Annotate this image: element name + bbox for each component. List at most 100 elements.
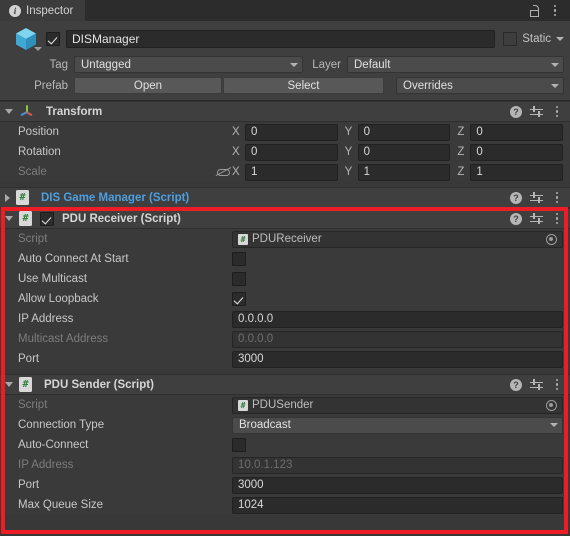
script-label: Script	[18, 233, 48, 245]
sender-port-label: Port	[18, 479, 40, 491]
object-picker-icon[interactable]	[546, 399, 557, 411]
sender-port-input[interactable]: 3000	[232, 476, 563, 494]
pdu-receiver-enabled-checkbox[interactable]	[40, 211, 54, 226]
info-icon: i	[9, 4, 21, 17]
row-connection-type: Connection Type Broadcast	[0, 415, 570, 435]
chevron-down-icon	[551, 62, 559, 67]
static-dropdown-chevron-icon[interactable]	[556, 37, 564, 41]
position-z-input[interactable]: 0	[470, 123, 564, 141]
auto-connect-checkbox[interactable]	[232, 438, 246, 452]
scale-y-cell: Y 1	[345, 163, 451, 181]
constrained-proportions-off-icon[interactable]	[215, 166, 232, 178]
axis-label-z: Z	[457, 166, 465, 178]
sender-script-label: Script	[18, 399, 48, 411]
layer-dropdown[interactable]: Default	[347, 56, 564, 73]
scale-y-input[interactable]: 1	[357, 163, 451, 181]
ip-address-input[interactable]: 0.0.0.0	[232, 310, 563, 328]
rotation-vector3: X 0 Y 0 Z 0	[232, 143, 564, 161]
position-vector3: X 0 Y 0 Z 0	[232, 123, 564, 141]
unity-inspector-window: i Inspector DISManager Static Tag Untagg…	[0, 0, 570, 536]
connection-type-dropdown[interactable]: Broadcast	[232, 416, 563, 434]
position-label: Position	[18, 126, 59, 138]
component-header-actions: ?	[510, 105, 563, 118]
row-allow-loopback: Allow Loopback	[0, 289, 570, 309]
preset-settings-icon[interactable]	[530, 106, 543, 118]
scale-z-cell: Z 1	[457, 163, 564, 181]
max-queue-size-value: 1024	[238, 499, 264, 511]
scale-vector3: X 1 Y 1 Z 1	[232, 163, 564, 181]
sender-script-object-field[interactable]: # PDUSender	[232, 396, 563, 414]
auto-connect-at-start-checkbox[interactable]	[232, 252, 246, 266]
component-header-pdu-receiver[interactable]: # PDU Receiver (Script) ?	[0, 208, 570, 229]
object-picker-icon[interactable]	[546, 233, 557, 245]
kebab-menu-icon[interactable]	[551, 192, 563, 203]
multicast-address-label: Multicast Address	[18, 333, 109, 345]
foldout-arrow-icon[interactable]	[5, 382, 13, 387]
position-x-cell: X 0	[232, 123, 338, 141]
position-x-input[interactable]: 0	[245, 123, 338, 141]
prefab-select-button[interactable]: Select	[223, 77, 384, 94]
use-multicast-checkbox[interactable]	[232, 272, 246, 286]
axis-label-x: X	[232, 126, 240, 138]
lock-open-icon[interactable]	[529, 4, 540, 17]
kebab-menu-icon[interactable]	[551, 213, 563, 224]
scale-x-value: 1	[251, 166, 258, 178]
axis-label-y: Y	[344, 146, 353, 158]
position-y-input[interactable]: 0	[357, 123, 451, 141]
chevron-down-icon[interactable]	[34, 47, 42, 51]
row-ip-address: IP Address 0.0.0.0	[0, 309, 570, 329]
tab-inspector[interactable]: i Inspector	[0, 0, 86, 21]
rotation-z-input[interactable]: 0	[470, 143, 564, 161]
kebab-menu-icon[interactable]	[551, 106, 563, 117]
kebab-menu-icon[interactable]	[551, 379, 563, 390]
component-header-dis-game-manager[interactable]: # DIS Game Manager (Script) ?	[0, 187, 570, 208]
connection-type-value: Broadcast	[239, 419, 291, 431]
transform-position-row: Position X 0 Y 0 Z 0	[0, 122, 570, 142]
foldout-arrow-icon[interactable]	[5, 216, 13, 221]
preset-settings-icon[interactable]	[530, 379, 543, 391]
scale-x-input[interactable]: 1	[245, 163, 338, 181]
inspector-tabbar: i Inspector	[0, 0, 570, 21]
foldout-arrow-icon[interactable]	[5, 109, 13, 114]
help-icon[interactable]: ?	[510, 212, 522, 225]
receiver-port-input[interactable]: 3000	[232, 350, 563, 368]
gameobject-enabled-checkbox[interactable]	[46, 32, 60, 46]
tag-dropdown[interactable]: Untagged	[74, 56, 303, 73]
pdu-receiver-body: Script # PDUReceiver Auto Connect At Sta…	[0, 229, 570, 374]
component-header-pdu-sender[interactable]: # PDU Sender (Script) ?	[0, 374, 570, 395]
rotation-y-input[interactable]: 0	[357, 143, 451, 161]
axis-label-x: X	[232, 166, 240, 178]
row-sender-script: Script # PDUSender	[0, 395, 570, 415]
preset-settings-icon[interactable]	[530, 192, 543, 204]
tab-inspector-label: Inspector	[26, 4, 74, 17]
row-max-queue-size: Max Queue Size 1024	[0, 495, 570, 515]
row-use-multicast: Use Multicast	[0, 269, 570, 289]
component-title-pdu-sender: PDU Sender (Script)	[44, 378, 154, 391]
preset-settings-icon[interactable]	[530, 213, 543, 225]
prefab-cube-icon[interactable]	[6, 26, 46, 52]
max-queue-size-input[interactable]: 1024	[232, 496, 563, 514]
axis-label-z: Z	[457, 126, 465, 138]
gameobject-name-input[interactable]: DISManager	[66, 30, 496, 48]
help-icon[interactable]: ?	[510, 378, 522, 391]
tag-value: Untagged	[81, 58, 131, 71]
prefab-overrides-dropdown[interactable]: Overrides	[396, 77, 564, 94]
rotation-x-input[interactable]: 0	[245, 143, 338, 161]
static-checkbox[interactable]	[503, 32, 518, 46]
help-icon[interactable]: ?	[510, 105, 522, 118]
component-header-transform[interactable]: Transform ?	[0, 101, 570, 122]
kebab-menu-icon[interactable]	[549, 5, 561, 16]
scale-z-input[interactable]: 1	[470, 163, 564, 181]
cs-script-icon: #	[16, 190, 29, 205]
help-icon[interactable]: ?	[510, 191, 522, 204]
script-object-field[interactable]: # PDUReceiver	[232, 230, 563, 248]
prefab-open-button[interactable]: Open	[74, 77, 222, 94]
tabbar-actions	[529, 0, 570, 21]
foldout-arrow-icon[interactable]	[5, 193, 10, 202]
script-value: PDUReceiver	[252, 233, 322, 245]
position-x-value: 0	[251, 126, 258, 138]
rotation-z-cell: Z 0	[457, 143, 564, 161]
sender-port-value: 3000	[238, 479, 264, 491]
receiver-port-label: Port	[18, 353, 40, 365]
allow-loopback-checkbox[interactable]	[232, 292, 246, 306]
